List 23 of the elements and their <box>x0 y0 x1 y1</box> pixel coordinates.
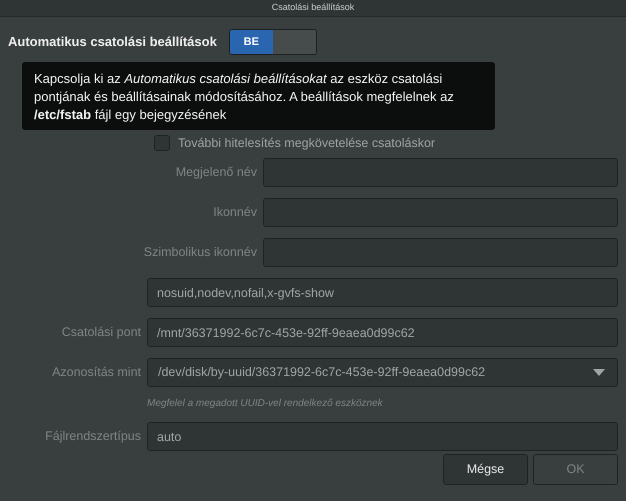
window-title: Csatolási beállítások <box>272 1 354 14</box>
text-field[interactable]: nosuid,nodev,nofail,x-gvfs-show <box>147 278 618 307</box>
field-label: Szimbolikus ikonnév <box>142 244 257 262</box>
field-label: Fájlrendszertípus <box>44 428 141 446</box>
text-field[interactable]: auto <box>147 422 618 451</box>
checkbox-label: További hitelesítés megkövetelése csatoláskor <box>178 134 436 152</box>
text-field[interactable]: /mnt/36371992-6c7c-453e-92ff-9eaea0d99c62 <box>147 318 618 347</box>
dropdown[interactable]: /dev/disk/by-uuid/36371992-6c7c-453e-92ff-9eaea0d99c62 <box>147 358 618 387</box>
text-field[interactable] <box>263 158 618 187</box>
section-heading: Automatikus csatolási beállítások <box>8 33 217 52</box>
field-label: Csatolási pont <box>60 324 141 342</box>
toggle-switch[interactable]: BE <box>228 29 317 55</box>
text-field[interactable] <box>263 238 618 267</box>
text-field[interactable] <box>263 198 618 227</box>
dropdown-arrow-icon <box>593 369 605 376</box>
field-label: Megjelenő név <box>174 164 257 182</box>
field-label: Azonosítás mint <box>51 364 141 382</box>
hint-text: Megfelel a megadott UUID-vel rendelkező eszköznek <box>147 397 384 411</box>
checkbox[interactable] <box>154 135 170 151</box>
dialog-button[interactable]: Mégse <box>443 454 528 485</box>
tooltip: Kapcsolja ki az Automatikus csatolási beállításokat az eszköz csatolási pontjának és beállításainak módosításához. A beállítások megfelelnek az /etc/fstab fájl egy bejegyzésének <box>21 61 496 131</box>
field-label: Ikonnév <box>212 204 257 222</box>
dialog-button: OK <box>533 454 618 485</box>
